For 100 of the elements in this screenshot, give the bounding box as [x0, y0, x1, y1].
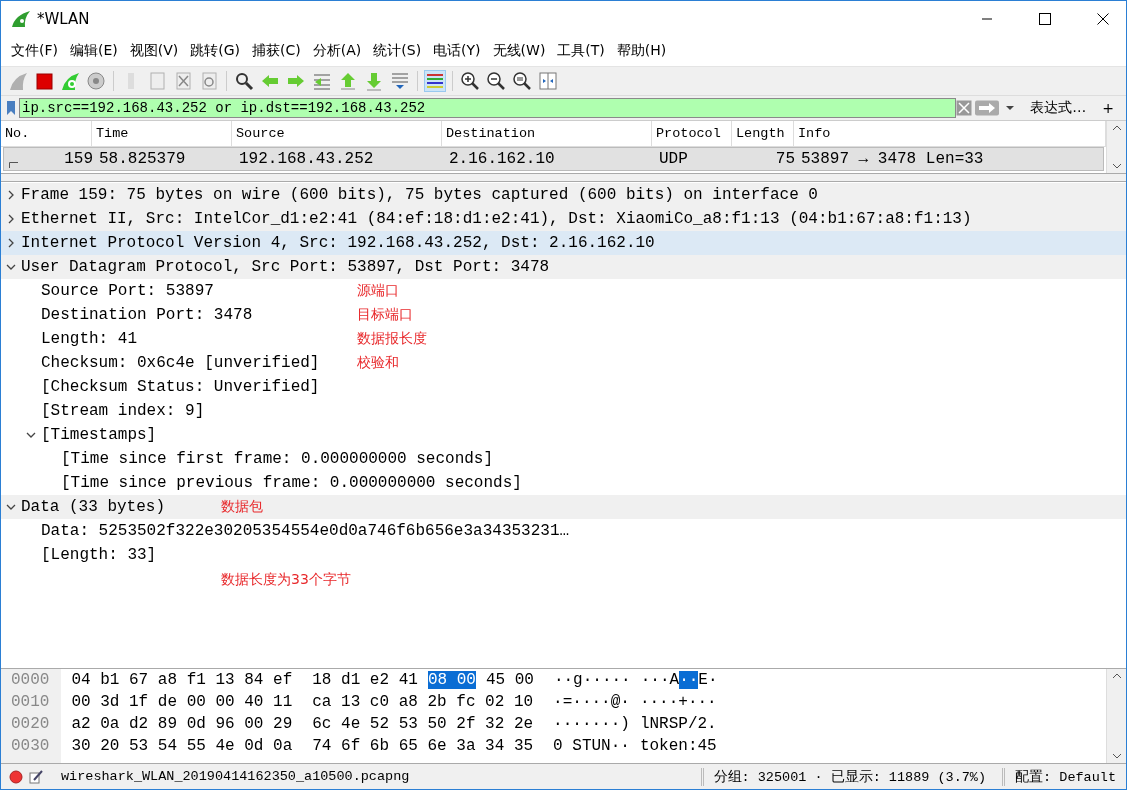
- menu-item[interactable]: 无线(W): [488, 42, 554, 60]
- zoom-reset-icon: [512, 71, 532, 91]
- ascii-text[interactable]: ··g·····: [553, 671, 631, 689]
- column-header[interactable]: Protocol: [652, 121, 732, 146]
- colorize-icon: [425, 71, 445, 91]
- hex-bytes[interactable]: 45 00: [485, 671, 534, 689]
- collapse-chevron-icon[interactable]: [26, 432, 36, 438]
- menu-item[interactable]: 工具(T): [553, 42, 613, 60]
- hex-bytes[interactable]: 30 20 53 54 55 4e 0d 0a: [71, 737, 293, 755]
- column-header[interactable]: Destination: [442, 121, 652, 146]
- ascii-text[interactable]: 0 STUN··: [553, 737, 630, 755]
- menu-item[interactable]: 跳转(G): [186, 42, 249, 60]
- annotation-text: 校验和: [357, 354, 399, 372]
- tree-item[interactable]: [Timestamps]: [41, 426, 157, 444]
- menu-item[interactable]: 编辑(E): [66, 42, 126, 60]
- zoom-out-button[interactable]: [485, 70, 507, 92]
- tree-item[interactable]: [Time since first frame: 0.000000000 seconds]: [61, 450, 494, 468]
- status-dot-icon[interactable]: [9, 769, 23, 784]
- ascii-text[interactable]: ·=····@·: [553, 693, 630, 711]
- menu-item[interactable]: 捕获(C): [248, 42, 309, 60]
- tree-item[interactable]: Data (33 bytes): [21, 498, 166, 516]
- scroll-down-icon: [1111, 163, 1122, 169]
- table-cell: 75: [775, 150, 795, 168]
- menu-item[interactable]: 视图(V): [125, 42, 187, 60]
- hex-bytes[interactable]: 04 b1 67 a8 f1 13 84 ef: [71, 671, 293, 689]
- up-arrow-icon: [338, 71, 358, 91]
- hex-bytes[interactable]: 08 00: [427, 671, 476, 689]
- tree-item[interactable]: [Length: 33]: [41, 546, 157, 564]
- document-icon: [147, 71, 167, 91]
- annotation-text: 源端口: [357, 282, 399, 300]
- scrollbar[interactable]: [1106, 669, 1126, 763]
- tree-item[interactable]: Checksum: 0x6c4e [unverified]: [41, 354, 320, 372]
- menu-item[interactable]: 电话(Y): [429, 42, 489, 60]
- ascii-text[interactable]: E·: [698, 671, 718, 689]
- clear-icon[interactable]: [956, 100, 973, 116]
- tree-item[interactable]: [Time since previous frame: 0.000000000 seconds]: [61, 474, 522, 492]
- file-name: wireshark_WLAN_20190414162350_a10500.pcapng: [61, 769, 411, 784]
- edit-note-icon[interactable]: [29, 769, 43, 784]
- hex-bytes[interactable]: 18 d1 e2 41: [312, 671, 418, 689]
- ascii-text[interactable]: ····+···: [639, 693, 717, 711]
- restart-icon: [60, 71, 80, 91]
- zoom-reset-button[interactable]: [511, 70, 533, 92]
- maximize-icon: [1039, 12, 1051, 25]
- bookmark-icon[interactable]: [5, 100, 17, 116]
- restart-button[interactable]: [59, 70, 81, 92]
- hex-bytes[interactable]: 6c 4e 52 53 50 2f 32 2e: [312, 715, 534, 733]
- annotation-text: 数据包: [221, 498, 263, 516]
- ascii-text[interactable]: ···A: [640, 671, 680, 689]
- column-header[interactable]: Length: [732, 121, 794, 146]
- ascii-text[interactable]: ·······): [553, 715, 630, 733]
- hex-bytes[interactable]: a2 0a d2 89 0d 96 00 29: [71, 715, 293, 733]
- tree-item[interactable]: Source Port: 53897: [41, 282, 214, 300]
- scroll-down-icon: [1111, 753, 1122, 759]
- annotation-text: 数据报长度: [357, 330, 427, 348]
- search-button[interactable]: [233, 70, 255, 92]
- hex-bytes[interactable]: ca 13 c0 a8 2b fc 02 10: [312, 693, 534, 711]
- window-title: *WLAN: [37, 9, 91, 28]
- scroll-up-icon: [1111, 673, 1122, 679]
- expand-chevron-icon[interactable]: [8, 238, 14, 248]
- scrollbar[interactable]: [1106, 121, 1126, 173]
- collapse-chevron-icon[interactable]: [6, 264, 16, 270]
- collapse-chevron-icon[interactable]: [6, 504, 16, 510]
- related-packet-icon: [8, 162, 18, 168]
- autoscroll-button[interactable]: [389, 70, 411, 92]
- annotation-text: 目标端口: [357, 306, 413, 324]
- add-filter-button[interactable]: +: [1094, 97, 1122, 119]
- menu-item[interactable]: 帮助(H): [612, 42, 675, 60]
- column-header[interactable]: Source: [232, 121, 442, 146]
- hex-bytes[interactable]: 00 3d 1f de 00 00 40 11: [71, 693, 293, 711]
- menu-item[interactable]: 分析(A): [308, 42, 370, 60]
- tree-item[interactable]: Data: 5253502f322e30205354554e0d0a746f6b656e3a34353231…: [41, 522, 570, 540]
- ascii-text[interactable]: token:45: [639, 737, 717, 755]
- expand-chevron-icon[interactable]: [8, 190, 14, 200]
- stop-button[interactable]: [33, 70, 55, 92]
- tree-item[interactable]: Destination Port: 3478: [41, 306, 253, 324]
- shark-fin-icon: [8, 71, 28, 91]
- tree-item[interactable]: [Stream index: 9]: [41, 402, 205, 420]
- table-cell: 192.168.43.252: [239, 150, 374, 168]
- zoom-in-button[interactable]: [459, 70, 481, 92]
- colorize-button[interactable]: [424, 70, 446, 92]
- display-filter-field[interactable]: ip.src==192.168.43.252 or ip.dst==192.168.43.252: [19, 98, 957, 118]
- byte-offset: 0010: [11, 692, 50, 713]
- scroll-up-icon: [1111, 125, 1122, 131]
- ascii-text[interactable]: ··: [679, 671, 699, 689]
- column-header[interactable]: No.: [1, 121, 92, 146]
- tree-item[interactable]: [Checksum Status: Unverified]: [41, 378, 320, 396]
- expand-chevron-icon[interactable]: [8, 214, 14, 224]
- autoscroll-icon: [390, 71, 410, 91]
- menu-item[interactable]: 文件(F): [7, 42, 66, 60]
- hex-bytes[interactable]: 74 6f 6b 65 6e 3a 34 35: [312, 737, 534, 755]
- shark-fin-icon: [11, 9, 31, 28]
- profile-label[interactable]: 配置: Default: [1002, 767, 1126, 786]
- ascii-text[interactable]: lNRSP/2.: [639, 715, 717, 733]
- column-header[interactable]: Time: [92, 121, 232, 146]
- expression-button[interactable]: 表达式…: [1022, 97, 1095, 119]
- packet-row[interactable]: 159 58.825379 192.168.43.252 2.16.162.10 UDP 75 53897 → 3478 Len=33: [3, 147, 1104, 171]
- menu-item[interactable]: 统计(S): [369, 42, 430, 60]
- annotation-text: 数据长度为33个字节: [221, 571, 351, 589]
- table-cell: 58.825379: [99, 150, 186, 168]
- tree-item[interactable]: Length: 41: [41, 330, 137, 348]
